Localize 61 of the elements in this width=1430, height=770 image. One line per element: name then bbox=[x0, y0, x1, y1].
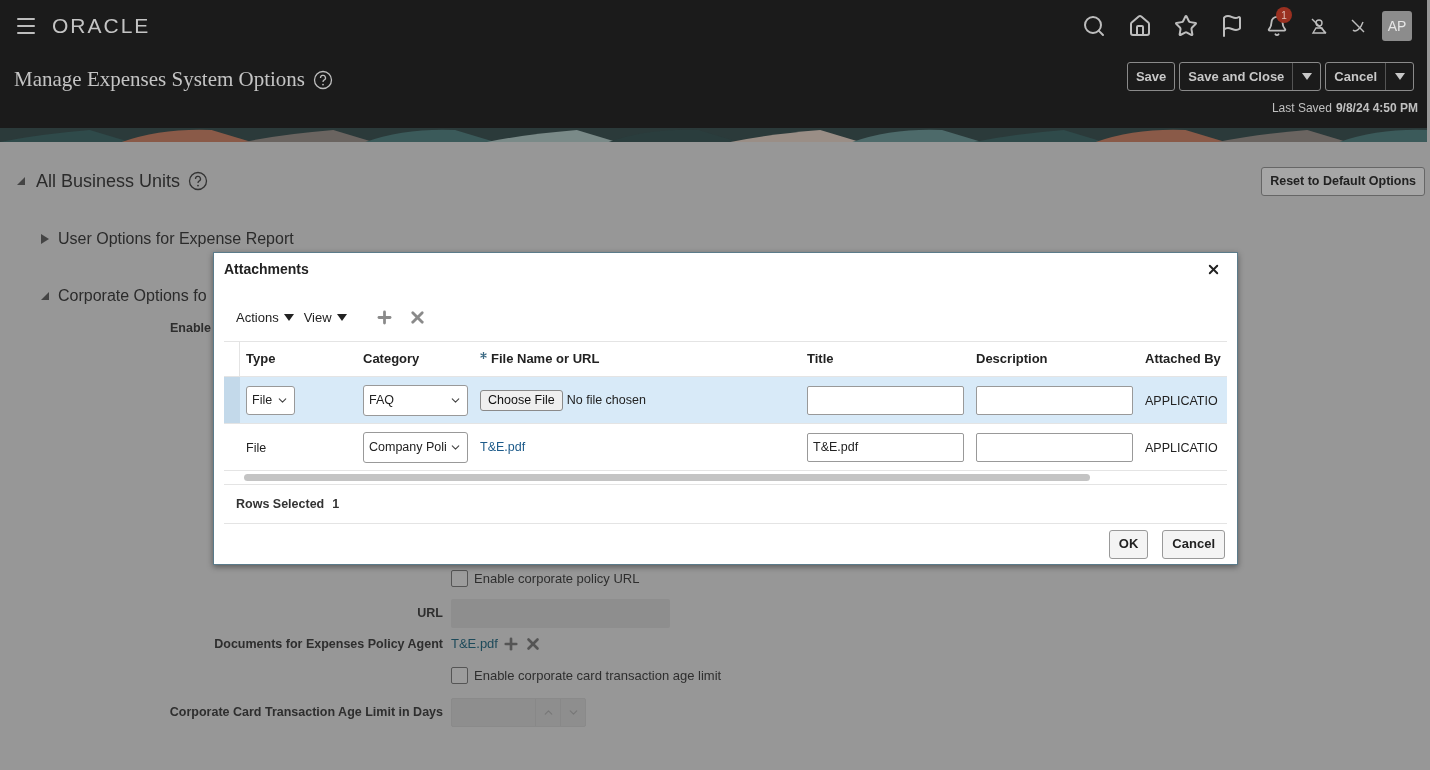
title-field[interactable] bbox=[807, 385, 964, 415]
category-select[interactable]: Company Poli bbox=[363, 431, 468, 463]
page-title: Manage Expenses System Options bbox=[14, 66, 306, 93]
help-icon[interactable] bbox=[313, 69, 334, 90]
title-field[interactable]: T&E.pdf bbox=[807, 432, 964, 462]
field-label: URL bbox=[417, 604, 443, 622]
header-button[interactable]: Save bbox=[1126, 62, 1176, 91]
field-label: Documents for Expenses Policy Agent bbox=[214, 635, 443, 653]
file-link[interactable]: T&E.pdf bbox=[480, 437, 526, 457]
description-field[interactable] bbox=[976, 432, 1133, 462]
help-icon[interactable] bbox=[188, 171, 209, 191]
checkbox-label: Enable corporate policy URL bbox=[474, 569, 640, 588]
field-label: Corporate Card Transaction Age Limit in Days bbox=[169, 703, 443, 721]
rows-selected-count: 1 bbox=[332, 495, 340, 513]
logo[interactable]: ORACLE bbox=[52, 10, 151, 42]
table-cell: File bbox=[246, 441, 267, 455]
table-cell: APPLICATIO bbox=[1145, 441, 1218, 455]
caret-icon bbox=[283, 314, 294, 321]
file-status: No file chosen bbox=[566, 391, 646, 409]
column-header: Attached By bbox=[1145, 350, 1221, 369]
checkbox[interactable] bbox=[451, 570, 468, 587]
last-saved-label: Last Saved bbox=[1271, 100, 1332, 117]
header-button[interactable]: Save and Close bbox=[1179, 62, 1322, 91]
column-header: File Name or URL bbox=[491, 350, 600, 369]
rows-selected-label: Rows Selected bbox=[236, 495, 325, 513]
column-header: Type bbox=[246, 350, 276, 369]
search-icon[interactable] bbox=[1082, 14, 1106, 38]
checkbox[interactable] bbox=[451, 667, 468, 684]
choose-file-button[interactable]: Choose File bbox=[480, 389, 563, 411]
section-title: All Business Units bbox=[36, 169, 181, 193]
category-select[interactable]: FAQ bbox=[363, 384, 468, 416]
dialog-title: Attachments bbox=[224, 260, 309, 279]
notification-badge: 1 bbox=[1276, 7, 1292, 23]
caret-icon bbox=[336, 314, 347, 321]
ok-button[interactable]: OK bbox=[1108, 529, 1149, 559]
expand-icon[interactable] bbox=[40, 232, 50, 245]
checkbox-label: Enable corporate card transaction age limit bbox=[474, 666, 722, 685]
table-row[interactable]: File FAQ Choose File No file chosen APPLICATIO bbox=[224, 376, 1227, 423]
table-cell: APPLICATIO bbox=[1145, 394, 1218, 408]
header-button[interactable]: Cancel bbox=[1325, 62, 1414, 91]
home-icon[interactable] bbox=[1128, 14, 1152, 38]
toolbar-menu[interactable]: Actions bbox=[236, 307, 294, 328]
reset-button[interactable]: Reset to Default Options bbox=[1261, 166, 1425, 196]
collapse-icon[interactable] bbox=[16, 176, 26, 186]
person-slash-icon[interactable] bbox=[1310, 17, 1328, 35]
toolbar-menu[interactable]: View bbox=[303, 307, 347, 328]
scrollbar[interactable] bbox=[244, 474, 1090, 481]
collapse-icon[interactable] bbox=[40, 290, 50, 301]
close-icon[interactable] bbox=[1206, 262, 1221, 277]
field-label: Enable bbox=[170, 321, 211, 335]
subsection-title: Corporate Options fo bbox=[58, 285, 207, 306]
cancel-button[interactable]: Cancel bbox=[1162, 529, 1225, 559]
column-header: Category bbox=[363, 350, 420, 369]
flag-icon[interactable] bbox=[1220, 14, 1244, 38]
description-field[interactable] bbox=[976, 385, 1133, 415]
type-select[interactable]: File bbox=[246, 385, 296, 415]
last-saved-value: 9/8/24 4:50 PM bbox=[1335, 100, 1418, 117]
column-header: Title bbox=[807, 350, 834, 369]
subsection-title: User Options for Expense Report bbox=[58, 228, 294, 249]
star-icon[interactable] bbox=[1174, 14, 1198, 38]
column-header: Description bbox=[976, 350, 1048, 369]
